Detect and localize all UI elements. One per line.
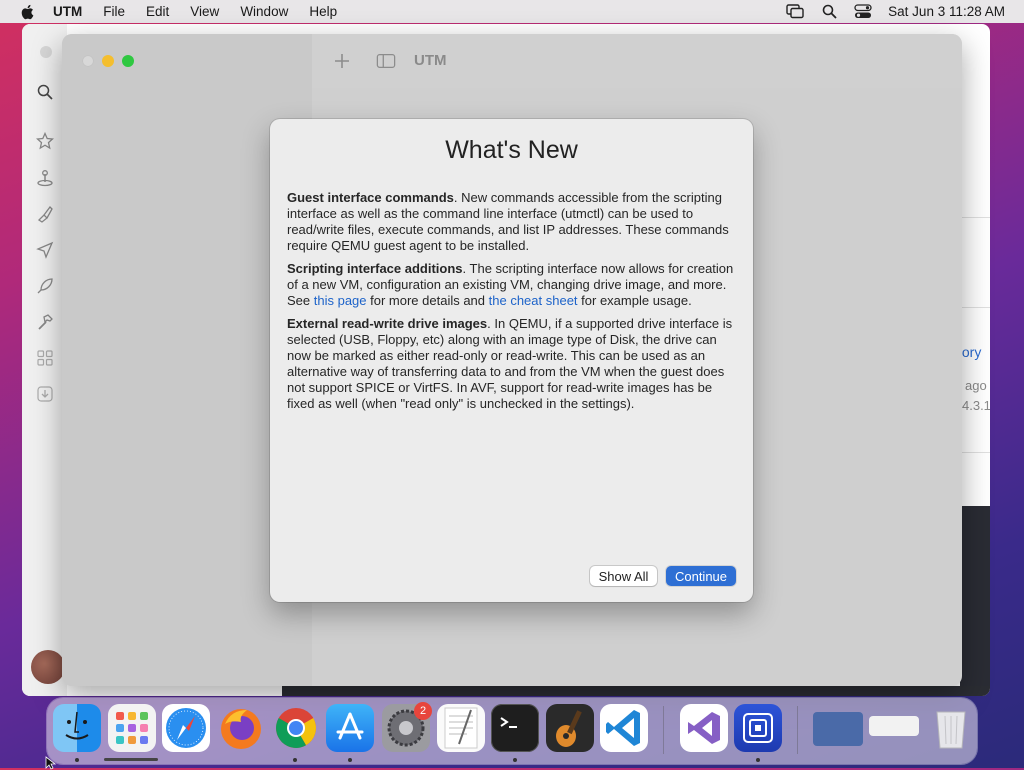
continue-button[interactable]: Continue <box>666 566 736 586</box>
star-icon[interactable] <box>36 132 54 150</box>
dock-terminal-icon[interactable] <box>491 704 539 752</box>
plus-icon[interactable] <box>332 52 352 70</box>
dialog-title: What's New <box>445 136 578 164</box>
section-heading: External read-write drive images <box>287 316 488 331</box>
partial-ago-text: ago <box>965 378 987 393</box>
menu-clock[interactable]: Sat Jun 3 11:28 AM <box>888 4 1005 19</box>
section-text: for more details and <box>366 293 489 308</box>
search-icon[interactable] <box>36 83 54 101</box>
dock-firefox-icon[interactable] <box>217 704 265 752</box>
menu-window[interactable]: Window <box>240 4 288 19</box>
sidebar-toggle-icon[interactable] <box>376 52 396 70</box>
send-icon[interactable] <box>36 241 54 259</box>
section-text: for example usage. <box>577 293 692 308</box>
screenshot-thumbnail[interactable] <box>960 506 990 688</box>
this-page-link[interactable]: this page <box>314 293 367 308</box>
brush-icon[interactable] <box>36 205 54 223</box>
section-external-drive: External read-write drive images. In QEM… <box>287 316 739 412</box>
divider <box>962 452 990 453</box>
window-title: UTM <box>414 52 447 69</box>
search-icon[interactable] <box>820 4 838 20</box>
dock-finder-icon[interactable] <box>53 704 101 752</box>
dock-screenshot-icon[interactable] <box>813 712 863 746</box>
divider <box>962 307 990 308</box>
cheat-sheet-link[interactable]: the cheat sheet <box>489 293 578 308</box>
section-guest-interface: Guest interface commands. New commands a… <box>287 190 739 254</box>
window-close-dot[interactable] <box>40 46 52 58</box>
dialog-body: Guest interface commands. New commands a… <box>287 190 739 419</box>
dock-vscode-icon[interactable] <box>600 704 648 752</box>
menu-view[interactable]: View <box>190 4 219 19</box>
whats-new-dialog: What's New Guest interface commands. New… <box>270 119 753 602</box>
screen-mirroring-icon[interactable] <box>786 4 804 20</box>
download-icon[interactable] <box>36 385 54 403</box>
partial-version-text: 4.3.1 <box>962 398 990 413</box>
divider <box>962 217 990 218</box>
dock-document-icon[interactable] <box>869 716 919 736</box>
section-scripting-interface: Scripting interface additions. The scrip… <box>287 261 739 309</box>
rocket-icon[interactable] <box>36 277 54 295</box>
joystick-icon[interactable] <box>36 169 54 187</box>
section-heading: Scripting interface additions <box>287 261 463 276</box>
dock-textedit-icon[interactable] <box>437 704 485 752</box>
dock-separator <box>663 706 664 754</box>
grid-icon[interactable] <box>36 349 54 367</box>
menu-help[interactable]: Help <box>309 4 337 19</box>
menu-edit[interactable]: Edit <box>146 4 169 19</box>
background-sidebar <box>22 24 67 696</box>
running-indicator <box>756 758 760 762</box>
avatar[interactable] <box>31 650 65 684</box>
running-indicator <box>348 758 352 762</box>
menu-file[interactable]: File <box>103 4 125 19</box>
menu-app-name[interactable]: UTM <box>53 4 82 19</box>
settings-badge: 2 <box>414 702 432 720</box>
dock-utm-icon[interactable] <box>734 704 782 752</box>
dock-garageband-icon[interactable] <box>546 704 594 752</box>
dock-selection-bar <box>104 758 158 761</box>
dock-launchpad-icon[interactable] <box>108 704 156 752</box>
minimize-button[interactable] <box>102 55 114 67</box>
running-indicator <box>293 758 297 762</box>
apple-menu-icon[interactable] <box>19 3 37 21</box>
show-all-button[interactable]: Show All <box>590 566 657 586</box>
dock-visual-studio-icon[interactable] <box>680 704 728 752</box>
dock-trash-icon[interactable] <box>927 704 975 752</box>
running-indicator <box>513 758 517 762</box>
menu-bar: UTM File Edit View Window Help Sat Jun 3… <box>0 0 1024 23</box>
close-button[interactable] <box>82 55 94 67</box>
control-center-icon[interactable] <box>854 4 872 20</box>
dock-app-store-icon[interactable] <box>326 704 374 752</box>
hammer-icon[interactable] <box>36 313 54 331</box>
thumbnail-strip <box>282 686 990 696</box>
dock <box>47 698 977 764</box>
zoom-button[interactable] <box>122 55 134 67</box>
dock-safari-icon[interactable] <box>162 704 210 752</box>
dock-chrome-icon[interactable] <box>272 704 320 752</box>
section-heading: Guest interface commands <box>287 190 454 205</box>
dock-separator <box>797 706 798 754</box>
utm-toolbar <box>312 34 962 88</box>
running-indicator <box>75 758 79 762</box>
